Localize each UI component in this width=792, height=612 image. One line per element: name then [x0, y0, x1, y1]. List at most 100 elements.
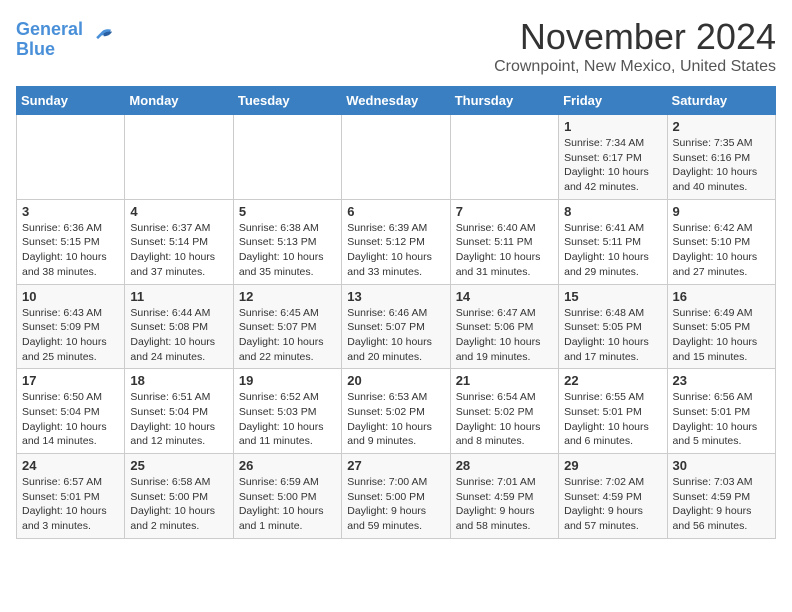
day-info: Sunrise: 6:57 AM Sunset: 5:01 PM Dayligh… — [22, 475, 119, 534]
day-info: Sunrise: 6:48 AM Sunset: 5:05 PM Dayligh… — [564, 306, 661, 365]
calendar-cell: 19 Sunrise: 6:52 AM Sunset: 5:03 PM Dayli… — [233, 369, 341, 454]
column-header-sunday: Sunday — [17, 87, 125, 115]
header: GeneralBlue November 2024 Crownpoint, Ne… — [16, 16, 776, 76]
week-row-4: 17 Sunrise: 6:50 AM Sunset: 5:04 PM Dayli… — [17, 369, 776, 454]
day-info: Sunrise: 6:49 AM Sunset: 5:05 PM Dayligh… — [673, 306, 770, 365]
day-info: Sunrise: 6:41 AM Sunset: 5:11 PM Dayligh… — [564, 221, 661, 280]
day-info: Sunrise: 6:45 AM Sunset: 5:07 PM Dayligh… — [239, 306, 336, 365]
day-number: 20 — [347, 373, 444, 388]
day-number: 8 — [564, 204, 661, 219]
calendar-cell — [450, 115, 558, 200]
calendar-cell: 15 Sunrise: 6:48 AM Sunset: 5:05 PM Dayli… — [559, 284, 667, 369]
day-number: 27 — [347, 458, 444, 473]
day-number: 13 — [347, 289, 444, 304]
week-row-3: 10Sunrise: 6:43 AM Sunset: 5:09 PM Dayli… — [17, 284, 776, 369]
calendar-cell: 28 Sunrise: 7:01 AM Sunset: 4:59 PM Dayli… — [450, 454, 558, 539]
week-row-2: 3 Sunrise: 6:36 AM Sunset: 5:15 PM Daylig… — [17, 199, 776, 284]
header-row: SundayMondayTuesdayWednesdayThursdayFrid… — [17, 87, 776, 115]
calendar-cell: 23 Sunrise: 6:56 AM Sunset: 5:01 PM Dayli… — [667, 369, 775, 454]
calendar-cell: 18Sunrise: 6:51 AM Sunset: 5:04 PM Dayli… — [125, 369, 233, 454]
calendar-cell: 1Sunrise: 7:34 AM Sunset: 6:17 PM Daylig… — [559, 115, 667, 200]
day-info: Sunrise: 6:47 AM Sunset: 5:06 PM Dayligh… — [456, 306, 553, 365]
calendar-cell: 22Sunrise: 6:55 AM Sunset: 5:01 PM Dayli… — [559, 369, 667, 454]
column-header-saturday: Saturday — [667, 87, 775, 115]
main-title: November 2024 — [494, 16, 776, 58]
day-info: Sunrise: 6:54 AM Sunset: 5:02 PM Dayligh… — [456, 390, 553, 449]
day-info: Sunrise: 6:56 AM Sunset: 5:01 PM Dayligh… — [673, 390, 770, 449]
column-header-tuesday: Tuesday — [233, 87, 341, 115]
day-number: 18 — [130, 373, 227, 388]
day-number: 19 — [239, 373, 336, 388]
day-info: Sunrise: 6:42 AM Sunset: 5:10 PM Dayligh… — [673, 221, 770, 280]
logo-bird-icon — [85, 26, 113, 54]
day-info: Sunrise: 6:53 AM Sunset: 5:02 PM Dayligh… — [347, 390, 444, 449]
day-info: Sunrise: 7:03 AM Sunset: 4:59 PM Dayligh… — [673, 475, 770, 534]
calendar-cell: 13 Sunrise: 6:46 AM Sunset: 5:07 PM Dayli… — [342, 284, 450, 369]
day-info: Sunrise: 6:39 AM Sunset: 5:12 PM Dayligh… — [347, 221, 444, 280]
day-info: Sunrise: 6:52 AM Sunset: 5:03 PM Dayligh… — [239, 390, 336, 449]
day-number: 16 — [673, 289, 770, 304]
day-info: Sunrise: 6:44 AM Sunset: 5:08 PM Dayligh… — [130, 306, 227, 365]
week-row-5: 24 Sunrise: 6:57 AM Sunset: 5:01 PM Dayli… — [17, 454, 776, 539]
day-number: 9 — [673, 204, 770, 219]
calendar-cell: 14Sunrise: 6:47 AM Sunset: 5:06 PM Dayli… — [450, 284, 558, 369]
day-number: 23 — [673, 373, 770, 388]
day-info: Sunrise: 6:58 AM Sunset: 5:00 PM Dayligh… — [130, 475, 227, 534]
calendar-cell: 21 Sunrise: 6:54 AM Sunset: 5:02 PM Dayli… — [450, 369, 558, 454]
day-info: Sunrise: 6:59 AM Sunset: 5:00 PM Dayligh… — [239, 475, 336, 534]
day-info: Sunrise: 6:38 AM Sunset: 5:13 PM Dayligh… — [239, 221, 336, 280]
day-number: 17 — [22, 373, 119, 388]
day-number: 21 — [456, 373, 553, 388]
day-info: Sunrise: 6:46 AM Sunset: 5:07 PM Dayligh… — [347, 306, 444, 365]
day-info: Sunrise: 7:35 AM Sunset: 6:16 PM Dayligh… — [673, 136, 770, 195]
week-row-1: 1Sunrise: 7:34 AM Sunset: 6:17 PM Daylig… — [17, 115, 776, 200]
day-number: 30 — [673, 458, 770, 473]
day-info: Sunrise: 6:37 AM Sunset: 5:14 PM Dayligh… — [130, 221, 227, 280]
day-number: 28 — [456, 458, 553, 473]
calendar-cell: 6 Sunrise: 6:39 AM Sunset: 5:12 PM Daylig… — [342, 199, 450, 284]
column-header-wednesday: Wednesday — [342, 87, 450, 115]
day-number: 10 — [22, 289, 119, 304]
day-number: 4 — [130, 204, 227, 219]
calendar-cell: 29 Sunrise: 7:02 AM Sunset: 4:59 PM Dayli… — [559, 454, 667, 539]
calendar-cell: 25 Sunrise: 6:58 AM Sunset: 5:00 PM Dayli… — [125, 454, 233, 539]
day-info: Sunrise: 6:50 AM Sunset: 5:04 PM Dayligh… — [22, 390, 119, 449]
calendar-cell: 7Sunrise: 6:40 AM Sunset: 5:11 PM Daylig… — [450, 199, 558, 284]
column-header-friday: Friday — [559, 87, 667, 115]
logo: GeneralBlue — [16, 20, 113, 60]
calendar-cell: 10Sunrise: 6:43 AM Sunset: 5:09 PM Dayli… — [17, 284, 125, 369]
day-number: 24 — [22, 458, 119, 473]
day-number: 11 — [130, 289, 227, 304]
day-info: Sunrise: 7:02 AM Sunset: 4:59 PM Dayligh… — [564, 475, 661, 534]
calendar-cell: 3 Sunrise: 6:36 AM Sunset: 5:15 PM Daylig… — [17, 199, 125, 284]
day-info: Sunrise: 6:55 AM Sunset: 5:01 PM Dayligh… — [564, 390, 661, 449]
calendar-cell: 24 Sunrise: 6:57 AM Sunset: 5:01 PM Dayli… — [17, 454, 125, 539]
subtitle: Crownpoint, New Mexico, United States — [494, 58, 776, 76]
day-number: 5 — [239, 204, 336, 219]
day-info: Sunrise: 6:40 AM Sunset: 5:11 PM Dayligh… — [456, 221, 553, 280]
day-number: 25 — [130, 458, 227, 473]
day-number: 29 — [564, 458, 661, 473]
calendar-cell — [342, 115, 450, 200]
day-number: 15 — [564, 289, 661, 304]
calendar-table: SundayMondayTuesdayWednesdayThursdayFrid… — [16, 86, 776, 539]
day-number: 12 — [239, 289, 336, 304]
day-number: 6 — [347, 204, 444, 219]
calendar-cell: 27 Sunrise: 7:00 AM Sunset: 5:00 PM Dayli… — [342, 454, 450, 539]
calendar-cell: 9 Sunrise: 6:42 AM Sunset: 5:10 PM Daylig… — [667, 199, 775, 284]
calendar-cell: 2Sunrise: 7:35 AM Sunset: 6:16 PM Daylig… — [667, 115, 775, 200]
column-header-thursday: Thursday — [450, 87, 558, 115]
calendar-cell: 8 Sunrise: 6:41 AM Sunset: 5:11 PM Daylig… — [559, 199, 667, 284]
calendar-cell — [233, 115, 341, 200]
day-info: Sunrise: 7:01 AM Sunset: 4:59 PM Dayligh… — [456, 475, 553, 534]
calendar-cell: 20 Sunrise: 6:53 AM Sunset: 5:02 PM Dayli… — [342, 369, 450, 454]
day-number: 26 — [239, 458, 336, 473]
day-info: Sunrise: 7:00 AM Sunset: 5:00 PM Dayligh… — [347, 475, 444, 534]
title-section: November 2024 Crownpoint, New Mexico, Un… — [494, 16, 776, 76]
day-number: 3 — [22, 204, 119, 219]
logo-text: GeneralBlue — [16, 20, 83, 60]
calendar-cell: 30 Sunrise: 7:03 AM Sunset: 4:59 PM Dayli… — [667, 454, 775, 539]
day-number: 1 — [564, 119, 661, 134]
calendar-cell: 26 Sunrise: 6:59 AM Sunset: 5:00 PM Dayli… — [233, 454, 341, 539]
day-info: Sunrise: 6:36 AM Sunset: 5:15 PM Dayligh… — [22, 221, 119, 280]
